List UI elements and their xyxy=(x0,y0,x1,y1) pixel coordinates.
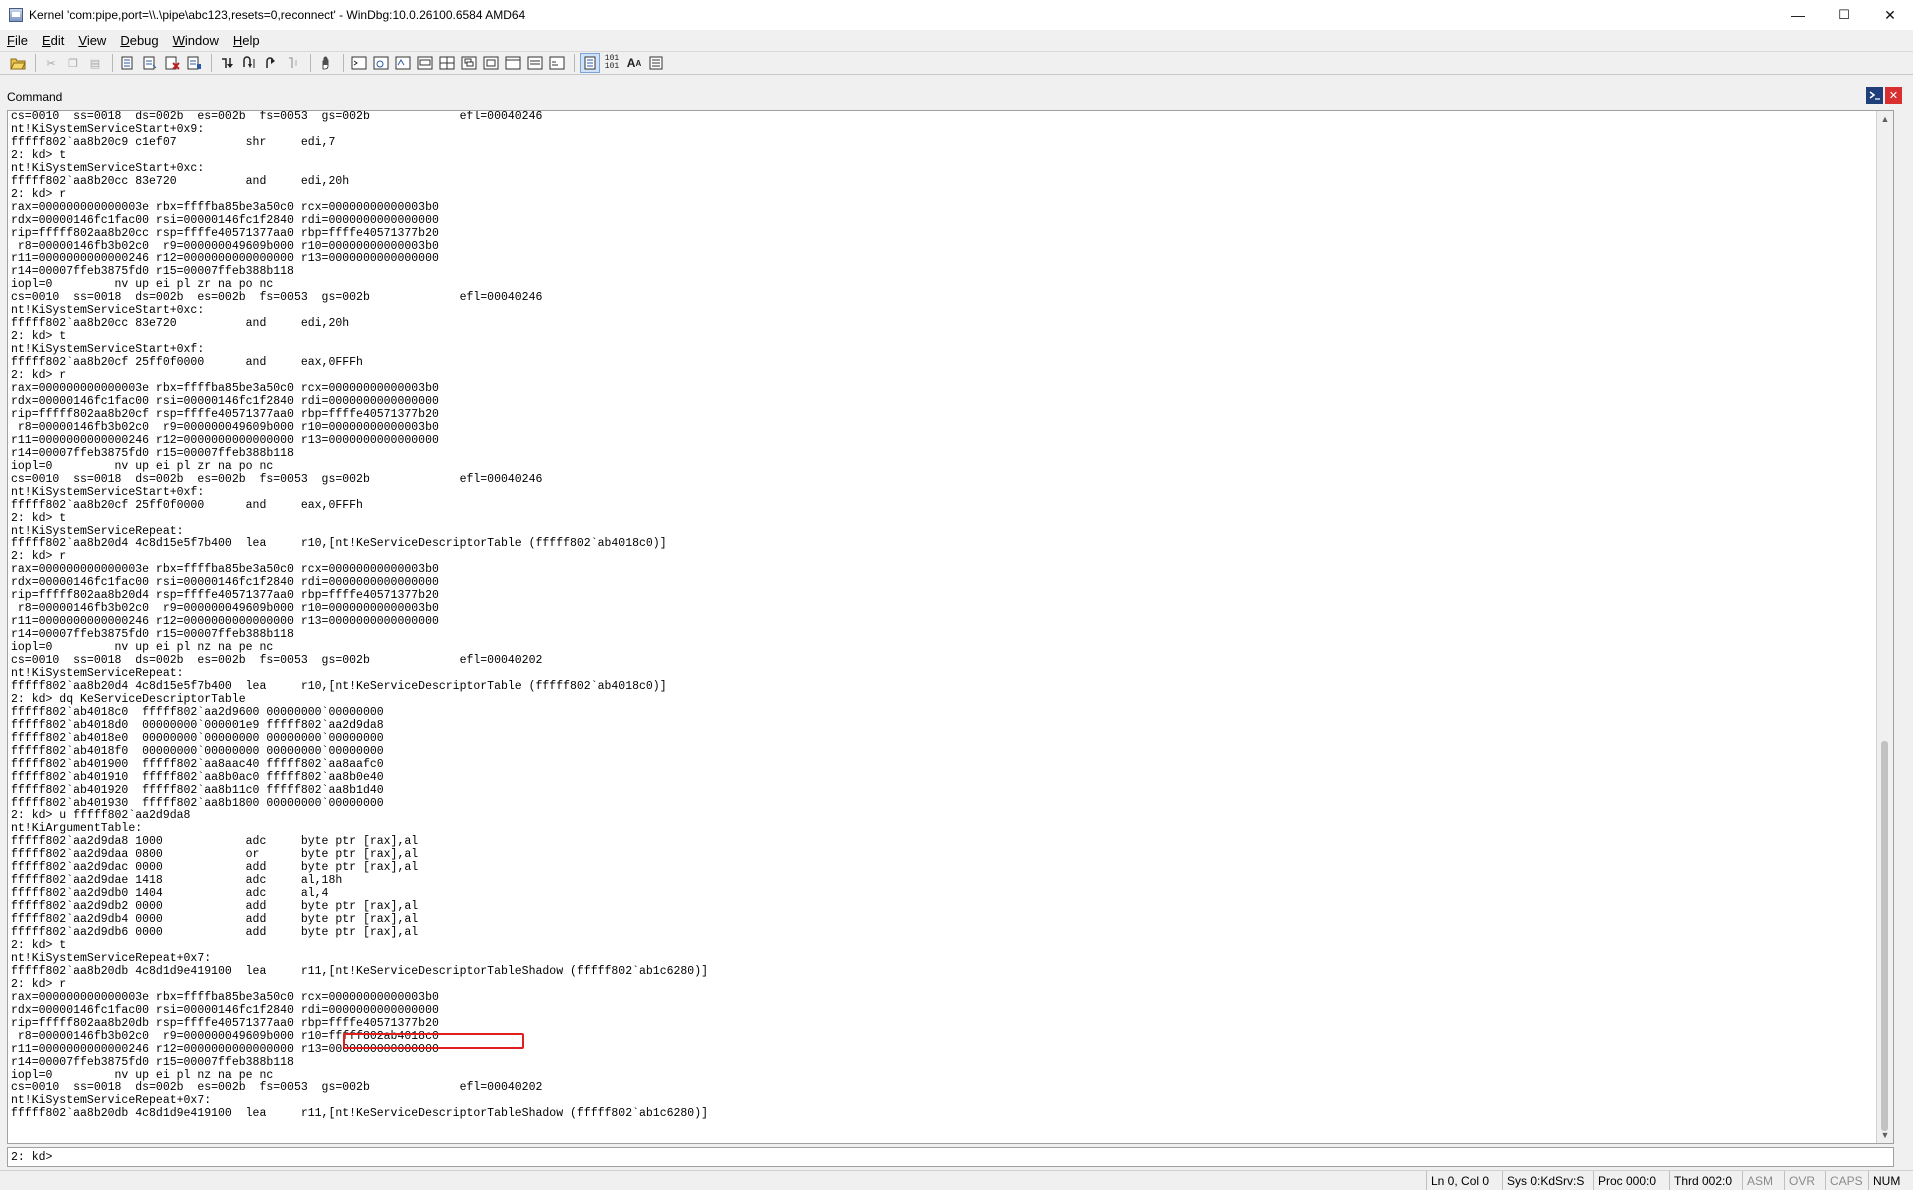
processes-threads-icon[interactable] xyxy=(525,53,545,73)
paste-icon[interactable]: ▤ xyxy=(85,53,105,73)
command-pane-header: Command xyxy=(0,86,1913,108)
disassembly-window-icon[interactable] xyxy=(481,53,501,73)
registers-window-icon[interactable] xyxy=(415,53,435,73)
minimize-button[interactable]: — xyxy=(1775,0,1821,30)
options-icon[interactable] xyxy=(646,53,666,73)
scroll-thumb[interactable] xyxy=(1881,741,1888,1131)
command-prompt: 2: kd> xyxy=(11,1150,53,1164)
run-to-cursor-icon[interactable] xyxy=(283,53,303,73)
copy-icon[interactable]: ❐ xyxy=(63,53,83,73)
pane-terminal-icon[interactable] xyxy=(1866,87,1883,104)
call-stack-window-icon[interactable] xyxy=(459,53,479,73)
scratch-pad-icon[interactable] xyxy=(503,53,523,73)
menu-edit[interactable]: Edit xyxy=(35,33,71,48)
status-thrd: Thrd 002:0 xyxy=(1669,1171,1736,1190)
go-icon[interactable] xyxy=(118,53,138,73)
menu-view[interactable]: View xyxy=(71,33,113,48)
source-window-icon[interactable] xyxy=(547,53,567,73)
maximize-button[interactable]: ☐ xyxy=(1821,0,1867,30)
step-over-icon[interactable] xyxy=(239,53,259,73)
toolbar: ✂ ❐ ▤ 101 101 A A xyxy=(0,51,1913,75)
menu-file[interactable]: File xyxy=(0,33,35,48)
pane-title: Command xyxy=(7,90,63,104)
highlight-box-r10 xyxy=(343,1033,524,1049)
toolbar-separator xyxy=(35,54,36,72)
title-bar: Kernel 'com:pipe,port=\\.\pipe\abc123,re… xyxy=(0,0,1913,30)
command-input[interactable] xyxy=(54,1150,1755,1164)
menu-bar: File Edit View Debug Window Help xyxy=(0,30,1913,50)
windbg-app-icon xyxy=(9,8,23,22)
toolbar-separator xyxy=(112,54,113,72)
command-output-text: cs=0010 ss=0018 ds=002b es=002b fs=0053 … xyxy=(11,110,709,1121)
minimize-icon: — xyxy=(1791,7,1805,23)
source-mode-icon[interactable] xyxy=(580,53,600,73)
menu-window[interactable]: Window xyxy=(166,33,226,48)
status-caps: CAPS xyxy=(1825,1171,1867,1190)
restart-icon[interactable] xyxy=(140,53,160,73)
toolbar-separator xyxy=(310,54,311,72)
stop-debugging-icon[interactable] xyxy=(162,53,182,73)
memory-window-icon[interactable] xyxy=(437,53,457,73)
hex-display-icon[interactable]: 101 101 xyxy=(602,53,622,73)
break-icon[interactable] xyxy=(184,53,204,73)
command-window-icon[interactable] xyxy=(349,53,369,73)
vertical-scrollbar[interactable]: ▲ ▼ xyxy=(1876,111,1893,1143)
scroll-up-icon[interactable]: ▲ xyxy=(1877,111,1893,127)
toolbar-separator xyxy=(343,54,344,72)
status-ln-col: Ln 0, Col 0 xyxy=(1426,1171,1493,1190)
toolbar-separator xyxy=(574,54,575,72)
status-num: NUM xyxy=(1868,1171,1904,1190)
step-into-icon[interactable] xyxy=(217,53,237,73)
scroll-down-icon[interactable]: ▼ xyxy=(1877,1127,1893,1143)
open-workspace-icon[interactable] xyxy=(8,53,28,73)
pane-close-icon[interactable]: ✕ xyxy=(1885,87,1902,104)
close-icon: ✕ xyxy=(1884,6,1896,23)
step-out-icon[interactable] xyxy=(261,53,281,73)
status-bar: Ln 0, Col 0 Sys 0:KdSrv:S Proc 000:0 Thr… xyxy=(0,1170,1913,1190)
locals-window-icon[interactable] xyxy=(393,53,413,73)
status-asm: ASM xyxy=(1742,1171,1777,1190)
command-output[interactable]: cs=0010 ss=0018 ds=002b es=002b fs=0053 … xyxy=(7,110,1894,1144)
menu-help[interactable]: Help xyxy=(226,33,267,48)
maximize-icon: ☐ xyxy=(1838,7,1850,22)
status-ovr: OVR xyxy=(1784,1171,1819,1190)
status-sys: Sys 0:KdSrv:S xyxy=(1502,1171,1588,1190)
toolbar-separator xyxy=(211,54,212,72)
font-icon[interactable]: AA xyxy=(624,53,644,73)
status-proc: Proc 000:0 xyxy=(1593,1171,1660,1190)
close-button[interactable]: ✕ xyxy=(1867,0,1913,30)
cut-icon[interactable]: ✂ xyxy=(41,53,61,73)
window-title: Kernel 'com:pipe,port=\\.\pipe\abc123,re… xyxy=(29,8,526,22)
watch-window-icon[interactable] xyxy=(371,53,391,73)
command-input-row: 2: kd> xyxy=(7,1147,1894,1167)
hand-icon[interactable] xyxy=(316,53,336,73)
menu-debug[interactable]: Debug xyxy=(113,33,165,48)
